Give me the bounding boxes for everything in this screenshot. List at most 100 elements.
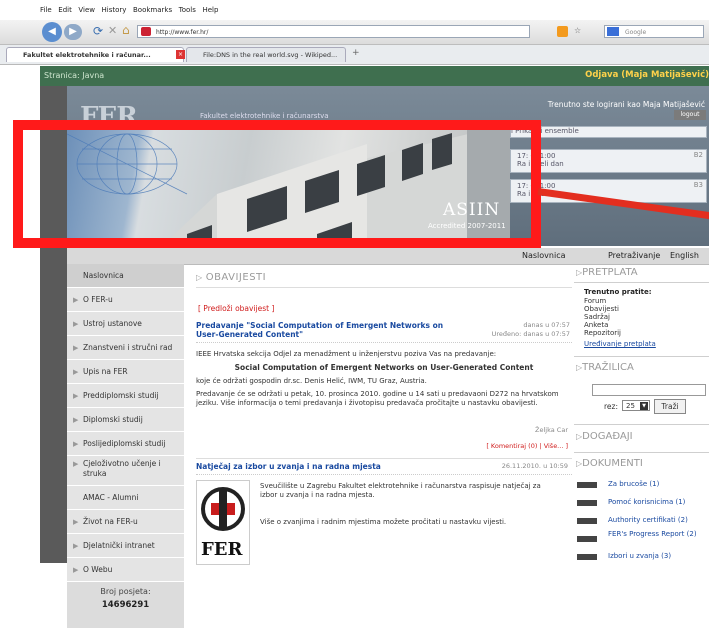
leftnav-item-poslijediplomski[interactable]: ▶ Poslijediplomski studij [67,432,184,456]
leftnav-item-oweb[interactable]: ▶ O Webu [67,558,184,582]
close-tab-icon[interactable]: × [176,50,185,59]
obavijesti-heading: OBAVIJESTI [205,272,267,283]
dokumenti-heading: ▷DOKUMENTI [576,458,643,469]
menu-file[interactable]: File [40,6,52,14]
fer-logo-text: FER [201,539,243,560]
leftnav-label: Znanstveni i stručni rad [83,343,173,352]
menu-bookmarks[interactable]: Bookmarks [133,6,172,14]
search-engine-icon[interactable] [607,27,619,36]
tab-fer-label: Fakultet elektrotehnike i računar... [23,51,151,59]
dogadaji-heading[interactable]: ▷DOGAĐAJI [576,431,633,442]
nav-naslovnica[interactable]: Naslovnica [522,251,566,260]
leftnav-item-intranet[interactable]: ▶ Djelatnički intranet [67,534,184,558]
leftnav-item-naslovnica[interactable]: Naslovnica [67,264,184,288]
leftnav-label: Upis na FER [83,367,128,376]
follow-item: Obavijesti [584,305,619,313]
leftnav-item-znanstveni[interactable]: ▶ Znanstveni i stručni rad [67,336,184,360]
logout-link[interactable]: Odjava (Maja Matijašević) [585,70,709,80]
notice-title[interactable]: Predavanje "Social Computation of Emerge… [196,321,458,339]
document-link[interactable]: Pomoć korisnicima (1) [608,498,685,506]
notice-actions[interactable]: [ Komentiraj (0) | Više... ] [430,442,568,450]
browser-menubar: File Edit View History Bookmarks Tools H… [0,0,709,20]
leftnav-item-amac[interactable]: AMAC - Alumni [67,486,184,510]
folder-icon [577,554,597,560]
document-link[interactable]: Za brucoše (1) [608,480,659,488]
leftnav-label: Diplomski studij [83,415,143,424]
leftnav-item-upis[interactable]: ▶ Upis na FER [67,360,184,384]
back-arrow-icon: ◀ [48,26,56,37]
notice-title[interactable]: Natječaj za izbor u zvanja i na radna mj… [196,462,436,471]
back-button[interactable]: ◀ [42,22,62,42]
new-tab-icon[interactable]: + [352,48,360,58]
results-select[interactable]: 25 ▼ [622,400,650,411]
leftnav-label: Preddiplomski studij [83,391,159,400]
favicon-icon [141,27,151,36]
notice-paragraph: IEEE Hrvatska sekcija Odjel za menadžmen… [196,350,497,358]
sidebar-search-input[interactable] [592,384,706,396]
tab-wikipedia-label: File:DNS in the real world.svg - Wikiped… [203,51,338,59]
arrow-right-icon: ▶ [73,518,79,526]
notice-edited-text: Uređeno: danas u 07:57 [491,330,570,338]
reload-icon[interactable]: ⟳ [93,24,103,38]
arrow-right-icon: ▶ [73,320,79,328]
divider [196,342,572,343]
document-link[interactable]: Authority certifikati (2) [608,516,688,524]
event-num: B3 [693,181,703,189]
document-link[interactable]: FER's Progress Report (2) [608,530,704,538]
leftnav-label: O Webu [83,565,113,574]
tab-fer[interactable]: Fakultet elektrotehnike i računar... [6,47,184,62]
notice-lecture-title: Social Computation of Emergent Networks … [234,363,534,372]
rss-icon[interactable] [557,26,568,37]
arrow-right-icon: ▷ [196,273,206,282]
home-icon[interactable]: ⌂ [122,23,130,37]
tab-wikipedia[interactable]: File:DNS in the real world.svg - Wikiped… [186,47,346,62]
notice-paragraph: koje će održati gospodin dr.sc. Denis He… [196,377,427,385]
notice-author: Željka Car [535,426,568,434]
folder-icon [577,536,597,542]
follow-item: Sadržaj [584,313,610,321]
nav-pretrazivanje[interactable]: Pretraživanje [608,251,660,260]
divider [196,287,572,288]
arrow-right-icon: ▶ [73,416,79,424]
leftnav-item-diplomski[interactable]: ▶ Diplomski studij [67,408,184,432]
dokumenti-label: DOKUMENTI [582,458,643,469]
menu-history[interactable]: History [102,6,127,14]
trazilica-label: TRAŽILICA [582,362,634,373]
follow-item: Forum [584,297,607,305]
dogadaji-label: DOGAĐAJI [582,431,633,442]
nav-english[interactable]: English [670,251,699,260]
visitor-count: 14696291 [101,600,150,610]
site-status-bar: Stranica: Javna Odjava (Maja Matijašević… [40,66,709,86]
search-button[interactable]: Traži [654,399,686,414]
fer-notice-logo: FER [196,480,250,565]
notice-paragraph: Sveučilište u Zagrebu Fakultet elektrote… [260,482,541,499]
arrow-right-icon: ▶ [73,368,79,376]
leftnav-item-preddiplomski[interactable]: ▶ Preddiplomski studij [67,384,184,408]
folder-icon [577,500,597,506]
menu-tools[interactable]: Tools [179,6,196,14]
menu-view[interactable]: View [78,6,95,14]
menu-help[interactable]: Help [202,6,218,14]
leftnav-item-cjelozivotno[interactable]: ▶ Cjeloživotno učenje i struka [67,456,184,486]
leftnav-item-ofer[interactable]: ▶ O FER-u [67,288,184,312]
edit-subscriptions-link[interactable]: Uređivanje pretplata [584,340,656,348]
leftnav-item-ustroj[interactable]: ▶ Ustroj ustanove [67,312,184,336]
forward-button[interactable]: ▶ [64,24,82,40]
results-label: rez: [604,402,618,411]
document-link[interactable]: Izbori u zvanja (3) [608,552,671,560]
logout-button[interactable]: logout [674,110,706,120]
arrow-right-icon: ▶ [73,344,79,352]
stop-icon[interactable]: ✕ [108,24,117,37]
visitor-label: Broj posjeta: [100,587,151,596]
star-icon[interactable]: ☆ [574,26,581,35]
menu-edit[interactable]: Edit [58,6,72,14]
leftnav-label: Poslijediplomski studij [83,439,166,448]
leftnav-label: AMAC - Alumni [83,493,139,502]
logged-in-text: Trenutno ste logirani kao Maja Matijašev… [547,100,705,109]
leftnav-item-zivot[interactable]: ▶ Život na FER-u [67,510,184,534]
submit-notice-link[interactable]: [ Predloži obavijest ] [198,304,274,313]
url-input[interactable]: http://www.fer.hr/ [137,25,530,38]
following-label: Trenutno pratite: [584,288,652,296]
left-navigation: Naslovnica ▶ O FER-u ▶ Ustroj ustanove ▶ Zn… [67,264,184,628]
web-search-input[interactable]: Google [604,25,704,38]
